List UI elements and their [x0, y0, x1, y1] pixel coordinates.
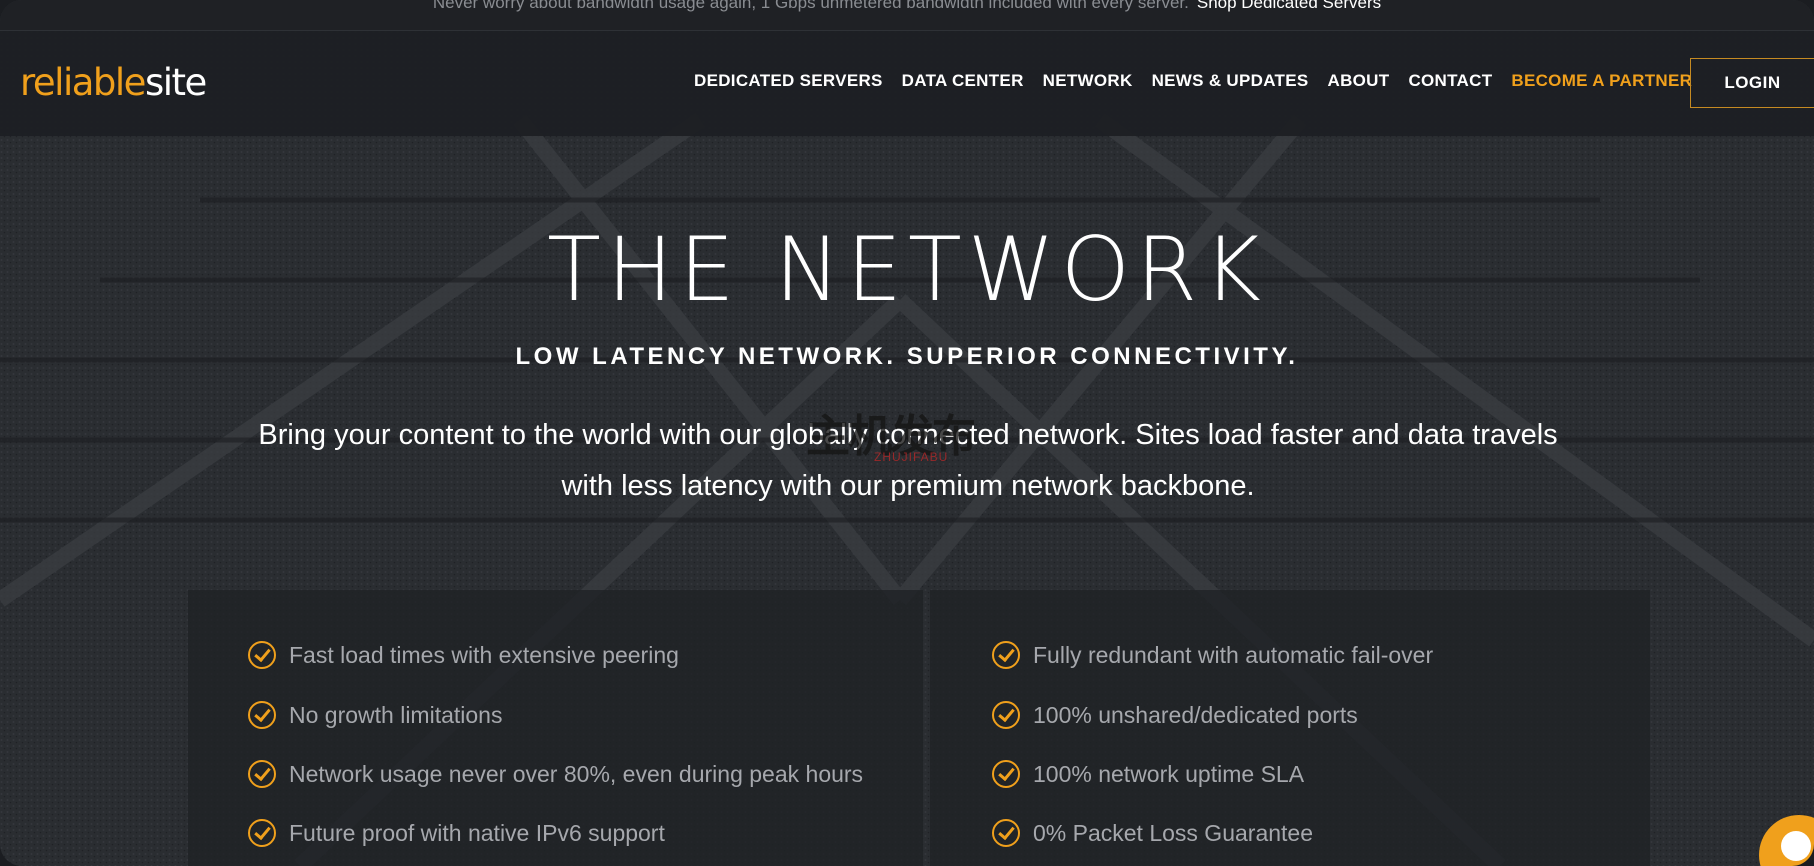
announcement-text: Never worry about bandwidth usage again,… — [432, 0, 1189, 12]
page: Never worry about bandwidth usage again,… — [0, 0, 1814, 866]
nav-contact[interactable]: CONTACT — [1408, 71, 1492, 91]
feature-text: 0% Packet Loss Guarantee — [1033, 819, 1313, 846]
check-circle-icon — [992, 819, 1020, 847]
nav-about[interactable]: ABOUT — [1328, 71, 1390, 91]
feature-item: Future proof with native IPv6 support — [248, 819, 665, 847]
site-header: reliablesite DEDICATED SERVERS DATA CENT… — [0, 31, 1814, 136]
announcement-bar: Never worry about bandwidth usage again,… — [0, 0, 1814, 31]
check-circle-icon — [248, 760, 276, 788]
logo-part-site: site — [144, 61, 207, 104]
feature-text: Network usage never over 80%, even durin… — [289, 760, 864, 787]
check-circle-icon — [248, 701, 276, 729]
feature-item: Fully redundant with automatic fail-over — [992, 641, 1433, 669]
feature-text: Fast load times with extensive peering — [289, 641, 679, 668]
feature-text: 100% network uptime SLA — [1033, 760, 1305, 787]
nav-become-a-partner[interactable]: BECOME A PARTNER — [1511, 71, 1692, 91]
feature-item: Fast load times with extensive peering — [248, 641, 679, 669]
logo-part-reliable: reliable — [20, 61, 146, 104]
feature-text: 100% unshared/dedicated ports — [1033, 701, 1358, 728]
feature-item: 100% unshared/dedicated ports — [992, 701, 1358, 729]
feature-item: 100% network uptime SLA — [992, 760, 1304, 788]
check-circle-icon — [992, 641, 1020, 669]
shop-dedicated-servers-link[interactable]: Shop Dedicated Servers — [1197, 0, 1381, 12]
logo[interactable]: reliablesite — [20, 61, 207, 104]
nav-data-center[interactable]: DATA CENTER — [902, 71, 1024, 91]
hero-title: THE NETWORK — [547, 218, 1267, 321]
feature-text: Fully redundant with automatic fail-over — [1033, 641, 1434, 668]
hero-subtitle: LOW LATENCY NETWORK. SUPERIOR CONNECTIVI… — [515, 343, 1299, 370]
nav-dedicated-servers[interactable]: DEDICATED SERVERS — [694, 71, 883, 91]
check-circle-icon — [248, 641, 276, 669]
nav-news-updates[interactable]: NEWS & UPDATES — [1152, 71, 1309, 91]
feature-item: 0% Packet Loss Guarantee — [992, 819, 1313, 847]
nav-network[interactable]: NETWORK — [1043, 71, 1133, 91]
login-button[interactable]: LOGIN — [1690, 58, 1814, 108]
feature-item: No growth limitations — [248, 701, 502, 729]
check-circle-icon — [992, 760, 1020, 788]
main-nav: DEDICATED SERVERS DATA CENTER NETWORK NE… — [694, 71, 1711, 91]
check-circle-icon — [248, 819, 276, 847]
feature-text: No growth limitations — [289, 701, 503, 728]
hero-description: Bring your content to the world with our… — [258, 419, 1558, 502]
feature-item: Network usage never over 80%, even durin… — [248, 760, 863, 788]
feature-text: Future proof with native IPv6 support — [289, 819, 665, 846]
check-circle-icon — [992, 701, 1020, 729]
